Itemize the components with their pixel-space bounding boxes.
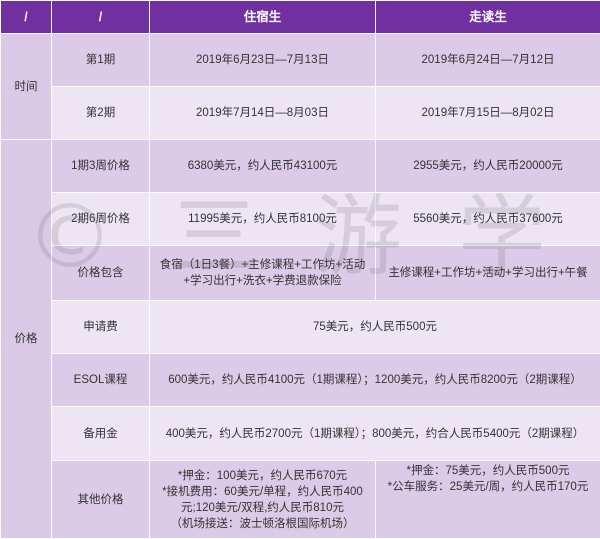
header-boarding: 住宿生: [150, 1, 376, 34]
merged-value-cell: 75美元，约人民币500元: [150, 301, 600, 354]
table-row: 第2期 2019年7月14日—8月03日 2019年7月15日—8月02日: [1, 87, 600, 140]
group-label-price: 价格: [1, 140, 52, 539]
day-student-cell: *押金：75美元，约人民币500元 *公车服务：25美元/周，约人民币170元: [376, 461, 600, 539]
table-row: 申请费 75美元，约人民币500元: [1, 301, 600, 354]
boarding-cell: 11995美元，约人民币8100元: [150, 193, 376, 246]
other-fee-line: *押金：100美元，约人民币670元: [154, 468, 371, 484]
day-student-cell: 2955美元，约人民币20000元: [376, 140, 600, 193]
day-student-cell: 主修课程+工作坊+活动+学习出行+午餐: [376, 246, 600, 301]
boarding-inclusion-line: 食宿（1日3餐）+主修课程+工作坊+活动: [154, 257, 371, 273]
boarding-cell: 2019年7月14日—8月03日: [150, 87, 376, 140]
header-col-2: /: [52, 1, 150, 34]
boarding-cell: 2019年6月23日—7月13日: [150, 34, 376, 87]
table-row: 其他价格 *押金：100美元，约人民币670元 *接机费用：60美元/单程，约人…: [1, 461, 600, 539]
row-label: 第2期: [52, 87, 150, 140]
boarding-inclusion-line: +学习出行+洗衣+学费退款保险: [154, 273, 371, 289]
other-fee-line: *公车服务：25美元/周，约人民币170元: [380, 479, 596, 495]
other-fee-line: 元;120美元/双程,约人民币810元: [154, 500, 371, 516]
row-label: ESOL课程: [52, 354, 150, 407]
row-label: 申请费: [52, 301, 150, 354]
header-day-student: 走读生: [376, 1, 600, 34]
row-label: 备用金: [52, 407, 150, 461]
row-label: 1期3周价格: [52, 140, 150, 193]
boarding-cell: 食宿（1日3餐）+主修课程+工作坊+活动 +学习出行+洗衣+学费退款保险: [150, 246, 376, 301]
row-label: 价格包含: [52, 246, 150, 301]
merged-value-cell: 400美元，约人民币2700元（1期课程）；800美元，约合人民币5400元（2…: [150, 407, 600, 461]
table-row: 时间 第1期 2019年6月23日—7月13日 2019年6月24日—7月12日: [1, 34, 600, 87]
boarding-cell: *押金：100美元，约人民币670元 *接机费用：60美元/单程，约人民币400…: [150, 461, 376, 539]
table-row: 价格 1期3周价格 6380美元，约人民币43100元 2955美元，约人民币2…: [1, 140, 600, 193]
boarding-cell: 6380美元，约人民币43100元: [150, 140, 376, 193]
table-row: 价格包含 食宿（1日3餐）+主修课程+工作坊+活动 +学习出行+洗衣+学费退款保…: [1, 246, 600, 301]
row-label: 2期6周价格: [52, 193, 150, 246]
other-fee-line: *接机费用：60美元/单程，约人民币400: [154, 484, 371, 500]
fee-table: / / 住宿生 走读生 时间 第1期 2019年6月23日—7月13日 2019…: [0, 0, 600, 539]
table-row: 备用金 400美元，约人民币2700元（1期课程）；800美元，约合人民币540…: [1, 407, 600, 461]
header-row: / / 住宿生 走读生: [1, 1, 600, 34]
group-label-time: 时间: [1, 34, 52, 140]
day-student-cell: 5560美元，约人民币37600元: [376, 193, 600, 246]
table-row: ESOL课程 600美元，约人民币4100元（1期课程）；1200美元，约人民币…: [1, 354, 600, 407]
other-fee-line: （机场接送：波士顿洛根国际机场）: [154, 516, 371, 532]
day-student-cell: 2019年6月24日—7月12日: [376, 34, 600, 87]
day-student-cell: 2019年7月15日—8月02日: [376, 87, 600, 140]
row-label: 其他价格: [52, 461, 150, 539]
merged-value-cell: 600美元，约人民币4100元（1期课程）；1200美元，约人民币8200元（2…: [150, 354, 600, 407]
header-col-1: /: [1, 1, 52, 34]
table-row: 2期6周价格 11995美元，约人民币8100元 5560美元，约人民币3760…: [1, 193, 600, 246]
row-label: 第1期: [52, 34, 150, 87]
other-fee-line: *押金：75美元，约人民币500元: [380, 463, 596, 479]
